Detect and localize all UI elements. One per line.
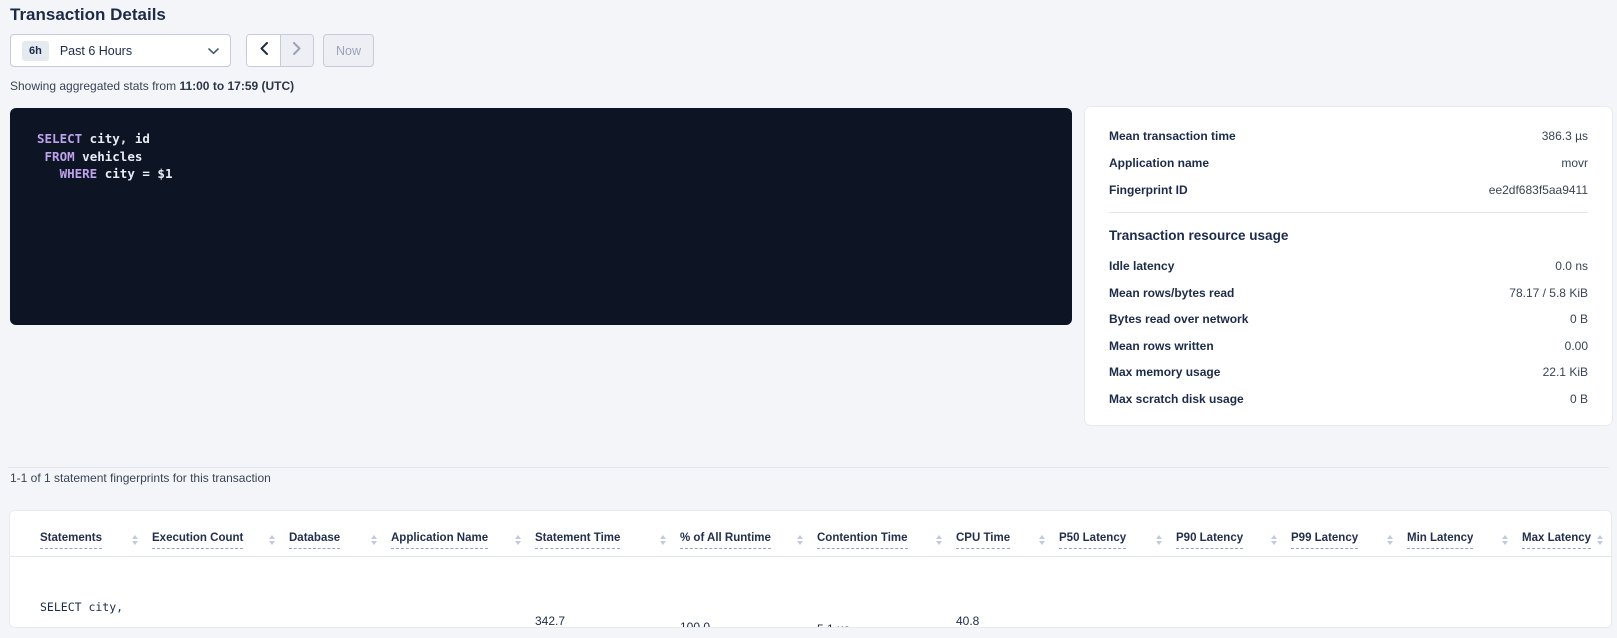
column-header-statement-time[interactable]: Statement Time <box>535 511 680 556</box>
sql-line: SELECT city, id <box>37 130 1052 148</box>
column-header-max-latency[interactable]: Max Latency <box>1522 511 1611 556</box>
sql-statement-box: SELECT city, id FROM vehicles WHERE city… <box>10 108 1072 325</box>
resource-usage-list: Idle latency 0.0 ns Mean rows/bytes read… <box>1109 253 1588 412</box>
statements-table-card: Statements Execution Count Database Appl… <box>10 511 1611 627</box>
column-header-statements[interactable]: Statements <box>10 511 152 556</box>
column-header-pct-of-all-runtime[interactable]: % of All Runtime <box>680 511 817 556</box>
page-title: Transaction Details <box>10 5 166 25</box>
column-header-database[interactable]: Database <box>289 511 391 556</box>
sort-icon <box>1502 535 1508 545</box>
sort-icon <box>371 535 377 545</box>
sort-icon <box>515 535 521 545</box>
sql-line: FROM vehicles <box>37 148 1052 166</box>
usage-row-mean-rows-written: Mean rows written 0.00 <box>1109 333 1588 360</box>
prev-time-button[interactable] <box>247 35 280 66</box>
sort-icon <box>1039 535 1045 545</box>
contention-time-cell: 5.1 µs <box>817 619 942 627</box>
column-header-p50-latency[interactable]: P50 Latency <box>1059 511 1176 556</box>
cpu-time-cell: 40.8 µs <box>956 611 1045 628</box>
time-nav-group <box>246 34 314 67</box>
resource-usage-title: Transaction resource usage <box>1109 228 1588 243</box>
toolbar: 6h Past 6 Hours Now <box>10 34 374 67</box>
usage-row-max-scratch-disk-usage: Max scratch disk usage 0 B <box>1109 386 1588 413</box>
details-divider <box>1109 212 1588 213</box>
sort-icon <box>132 535 138 545</box>
time-range-badge: 6h <box>22 41 49 61</box>
column-header-execution-count[interactable]: Execution Count <box>152 511 289 556</box>
sql-line: WHERE city = $1 <box>37 165 1052 183</box>
detail-row-fingerprint-id: Fingerprint ID ee2df683f5aa9411 <box>1109 176 1588 203</box>
chevron-right-icon <box>293 42 301 60</box>
table-row: SELECT city, id FROM… 263k movr movr 342… <box>10 556 1611 627</box>
pct-runtime-cell: 100.0 % <box>680 617 803 628</box>
usage-row-idle-latency: Idle latency 0.0 ns <box>1109 253 1588 280</box>
column-header-cpu-time[interactable]: CPU Time <box>956 511 1059 556</box>
table-header-row: Statements Execution Count Database Appl… <box>10 511 1611 556</box>
column-header-application-name[interactable]: Application Name <box>391 511 535 556</box>
sort-icon <box>1156 535 1162 545</box>
aggregated-stats-line: Showing aggregated stats from 11:00 to 1… <box>10 79 294 93</box>
sort-icon <box>1387 535 1393 545</box>
usage-row-mean-rows-bytes-read: Mean rows/bytes read 78.17 / 5.8 KiB <box>1109 280 1588 307</box>
sort-icon <box>269 535 275 545</box>
sort-icon <box>797 535 803 545</box>
statements-table: Statements Execution Count Database Appl… <box>10 511 1611 627</box>
sort-icon <box>1271 535 1277 545</box>
sort-icon <box>1597 535 1603 545</box>
detail-row-application-name: Application name movr <box>1109 149 1588 176</box>
column-header-p90-latency[interactable]: P90 Latency <box>1176 511 1291 556</box>
chevron-down-icon <box>208 42 219 60</box>
column-header-contention-time[interactable]: Contention Time <box>817 511 956 556</box>
sort-icon <box>936 535 942 545</box>
statements-summary-line: 1-1 of 1 statement fingerprints for this… <box>10 471 271 485</box>
column-header-p99-latency[interactable]: P99 Latency <box>1291 511 1407 556</box>
usage-row-max-memory-usage: Max memory usage 22.1 KiB <box>1109 359 1588 386</box>
next-time-button[interactable] <box>280 35 313 66</box>
section-divider <box>8 467 1609 468</box>
column-header-min-latency[interactable]: Min Latency <box>1407 511 1522 556</box>
statement-link[interactable]: SELECT city, id FROM… <box>40 557 138 628</box>
statement-time-cell: 342.7 µs <box>535 611 666 628</box>
usage-row-bytes-read-over-network: Bytes read over network 0 B <box>1109 306 1588 333</box>
time-range-picker[interactable]: 6h Past 6 Hours <box>10 34 231 67</box>
sort-icon <box>660 535 666 545</box>
detail-row-mean-transaction-time: Mean transaction time 386.3 µs <box>1109 122 1588 149</box>
time-range-label: Past 6 Hours <box>60 44 208 58</box>
transaction-details-card: Mean transaction time 386.3 µs Applicati… <box>1085 107 1612 425</box>
chevron-left-icon <box>260 42 268 60</box>
now-button[interactable]: Now <box>323 34 374 67</box>
